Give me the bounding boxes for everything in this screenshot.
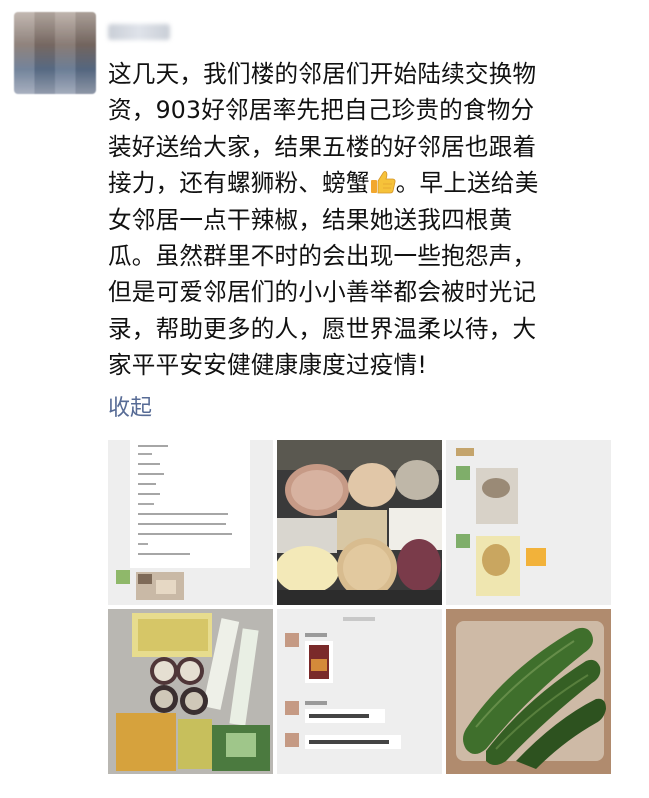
post-text-segment: 。早上送给美 — [395, 169, 539, 198]
author-name[interactable]: 邻居 — [108, 24, 170, 40]
post-text-line: 女邻居一点干辣椒，结果她送我四根黄 — [108, 205, 513, 234]
post-text-line: 这几天，我们楼的邻居们开始陆续交换物 — [108, 60, 537, 88]
avatar[interactable] — [14, 12, 96, 94]
post-text: 这几天，我们楼的邻居们开始陆续交换物 资，903好邻居率先把自己珍贵的食物分 装… — [108, 56, 620, 384]
post-text-segment: 接力，还有螺狮粉、螃蟹 — [108, 169, 370, 198]
post-text-line: 录，帮助更多的人，愿世界温柔以待，大 — [108, 314, 537, 343]
photo-food-bags[interactable] — [277, 440, 442, 605]
post-text-line: 瓜。虽然群里不时的会出现一些抱怨声， — [108, 242, 537, 271]
thumbs-up-icon — [370, 168, 396, 194]
photo-chat-list-screenshot[interactable] — [108, 440, 273, 605]
photo-grid — [108, 440, 611, 774]
photo-cucumbers[interactable] — [446, 609, 611, 774]
photo-snacks[interactable] — [108, 609, 273, 774]
post-text-line: 资，903好邻居率先把自己珍贵的食物分 — [108, 96, 535, 125]
post-text-line: 家平平安安健健康康度过疫情! — [108, 351, 427, 380]
photo-chat-message-screenshot[interactable] — [277, 609, 442, 774]
post-text-line: 装好送给大家，结果五楼的好邻居也跟着 — [108, 132, 537, 161]
photo-chat-photos-screenshot[interactable] — [446, 440, 611, 605]
post-text-line: 接力，还有螺狮粉、螃蟹 。早上送给美 — [108, 165, 620, 201]
post-text-line: 但是可爱邻居们的小小善举都会被时光记 — [108, 278, 537, 307]
collapse-link[interactable]: 收起 — [108, 390, 152, 422]
